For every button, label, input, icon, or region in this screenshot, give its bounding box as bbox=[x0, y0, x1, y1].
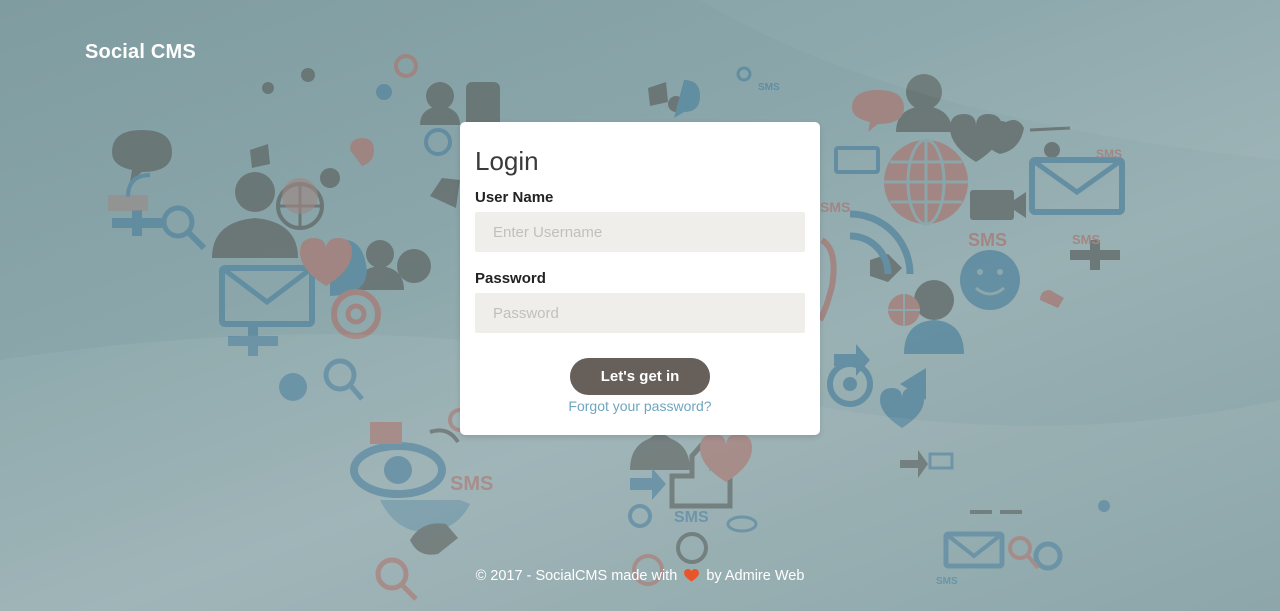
svg-text:SMS: SMS bbox=[758, 82, 780, 93]
login-title: Login bbox=[475, 146, 539, 176]
svg-text:SMS: SMS bbox=[820, 199, 850, 215]
svg-text:SMS: SMS bbox=[1096, 147, 1122, 161]
svg-text:SMS: SMS bbox=[968, 230, 1007, 250]
login-card: Login User Name Password Let's get in Fo… bbox=[460, 122, 820, 435]
svg-text:SMS: SMS bbox=[1072, 232, 1101, 247]
login-submit-button[interactable]: Let's get in bbox=[570, 358, 710, 395]
forgot-password-link[interactable]: Forgot your password? bbox=[475, 397, 805, 415]
username-label: User Name bbox=[475, 189, 554, 206]
heart-icon bbox=[684, 568, 700, 588]
username-input[interactable] bbox=[475, 212, 805, 252]
brand-logo[interactable]: Social CMS bbox=[85, 41, 196, 64]
footer: © 2017 - SocialCMS made with by Admire W… bbox=[0, 566, 1280, 588]
footer-suffix: by Admire Web bbox=[706, 568, 805, 584]
footer-prefix: © 2017 - SocialCMS made with bbox=[475, 568, 678, 584]
password-input[interactable] bbox=[475, 293, 805, 333]
password-label: Password bbox=[475, 270, 546, 287]
